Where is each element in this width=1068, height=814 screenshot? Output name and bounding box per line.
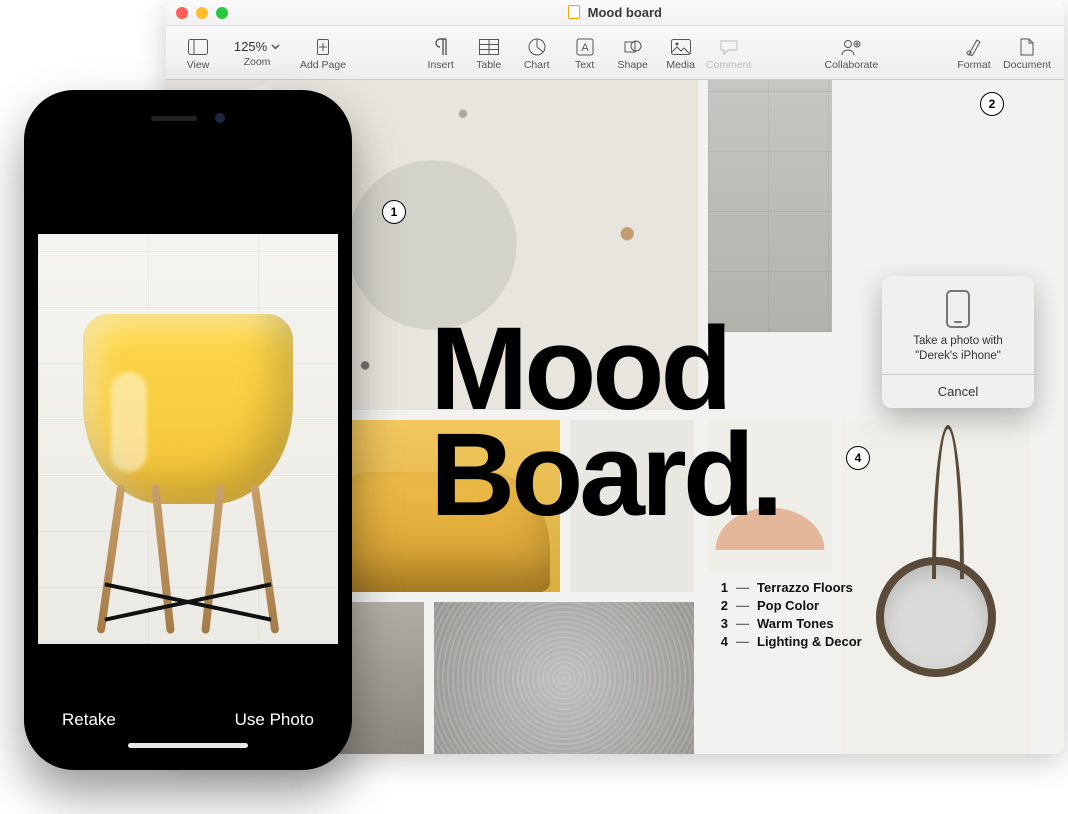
format-icon [963, 37, 985, 57]
insert-label: Insert [428, 59, 454, 71]
svg-text:A: A [581, 42, 589, 54]
callout-number: 4 [855, 451, 862, 465]
comment-icon [718, 37, 740, 57]
shape-icon [622, 37, 644, 57]
legend-num: 4 [718, 634, 728, 649]
image-concrete[interactable] [708, 80, 832, 332]
table-button[interactable]: Table [465, 33, 513, 73]
legend-num: 1 [718, 580, 728, 595]
iphone-icon [946, 290, 970, 328]
callout-1[interactable]: 1 [382, 200, 406, 224]
legend-num: 2 [718, 598, 728, 613]
zoom-control[interactable]: 125% Zoom [222, 35, 292, 70]
legend-label: Lighting & Decor [757, 634, 862, 649]
dash-icon: — [736, 634, 749, 649]
popover-body: Take a photo with "Derek's iPhone" [882, 276, 1034, 374]
chart-button[interactable]: Chart [513, 33, 561, 73]
chart-icon [526, 37, 548, 57]
legend-item: 2 — Pop Color [718, 598, 862, 613]
shape-button[interactable]: Shape [609, 33, 657, 73]
format-button[interactable]: Format [950, 33, 998, 73]
callout-2[interactable]: 2 [980, 92, 1004, 116]
titlebar: Mood board [166, 0, 1064, 26]
callout-number: 2 [989, 97, 996, 111]
media-button[interactable]: Media [657, 33, 705, 73]
view-label: View [187, 59, 210, 71]
sidebar-icon [187, 37, 209, 57]
legend-label: Terrazzo Floors [757, 580, 853, 595]
media-label: Media [666, 59, 695, 71]
add-page-label: Add Page [300, 59, 346, 71]
document-icon [568, 5, 580, 19]
legend-item: 3 — Warm Tones [718, 616, 862, 631]
dash-icon: — [736, 616, 749, 631]
speaker-icon [151, 116, 197, 121]
text-button[interactable]: A Text [561, 33, 609, 73]
camera-capture-preview [38, 234, 338, 644]
front-camera-icon [215, 113, 225, 123]
comment-button: Comment [705, 33, 753, 73]
home-indicator[interactable] [128, 743, 248, 748]
retake-button[interactable]: Retake [62, 710, 116, 730]
media-icon [670, 37, 692, 57]
window-title-text: Mood board [588, 5, 662, 20]
pilcrow-icon [430, 37, 452, 57]
table-icon [478, 37, 500, 57]
collaborate-button[interactable]: Collaborate [815, 33, 887, 73]
zoom-value: 125% [234, 39, 267, 54]
document-heading[interactable]: Mood Board. [430, 316, 780, 528]
mirror-shape [876, 557, 996, 677]
camera-action-bar: Retake Use Photo [38, 710, 338, 756]
legend-num: 3 [718, 616, 728, 631]
legend-item: 4 — Lighting & Decor [718, 634, 862, 649]
dash-icon: — [736, 598, 749, 613]
document-label: Document [1003, 59, 1051, 71]
chart-label: Chart [524, 59, 550, 71]
cancel-label: Cancel [938, 384, 978, 399]
table-label: Table [476, 59, 501, 71]
comment-label: Comment [706, 59, 752, 71]
shape-label: Shape [617, 59, 647, 71]
callout-4[interactable]: 4 [846, 446, 870, 470]
format-label: Format [957, 59, 990, 71]
window-title: Mood board [166, 5, 1064, 20]
legend-label: Warm Tones [757, 616, 834, 631]
add-page-icon [312, 37, 334, 57]
callout-number: 1 [391, 205, 398, 219]
legend-list[interactable]: 1 — Terrazzo Floors 2 — Pop Color 3 — Wa… [718, 580, 862, 652]
popover-message: Take a photo with "Derek's iPhone" [892, 334, 1024, 364]
iphone-device: Retake Use Photo [24, 90, 352, 770]
text-label: Text [575, 59, 594, 71]
dash-icon: — [736, 580, 749, 595]
heading-line2: Board. [430, 409, 780, 541]
image-fur[interactable] [434, 602, 694, 754]
zoom-label: Zoom [244, 56, 271, 68]
chevron-down-icon [271, 44, 280, 50]
view-button[interactable]: View [174, 33, 222, 73]
collaborate-label: Collaborate [824, 59, 878, 71]
legend-label: Pop Color [757, 598, 819, 613]
toolbar: View 125% Zoom Add Page Insert [166, 26, 1064, 80]
continuity-camera-popover: Take a photo with "Derek's iPhone" Cance… [882, 276, 1034, 408]
iphone-notch [103, 104, 273, 132]
text-icon: A [574, 37, 596, 57]
image-mirror[interactable] [842, 420, 1030, 754]
legend-item: 1 — Terrazzo Floors [718, 580, 862, 595]
insert-button[interactable]: Insert [417, 33, 465, 73]
document-inspector-icon [1016, 37, 1038, 57]
yellow-chair-photo [83, 314, 293, 614]
use-photo-button[interactable]: Use Photo [235, 710, 314, 730]
add-page-button[interactable]: Add Page [292, 33, 354, 73]
collaborate-icon [840, 37, 862, 57]
iphone-screen: Retake Use Photo [38, 104, 338, 756]
document-button[interactable]: Document [998, 33, 1056, 73]
cancel-button[interactable]: Cancel [882, 375, 1034, 408]
